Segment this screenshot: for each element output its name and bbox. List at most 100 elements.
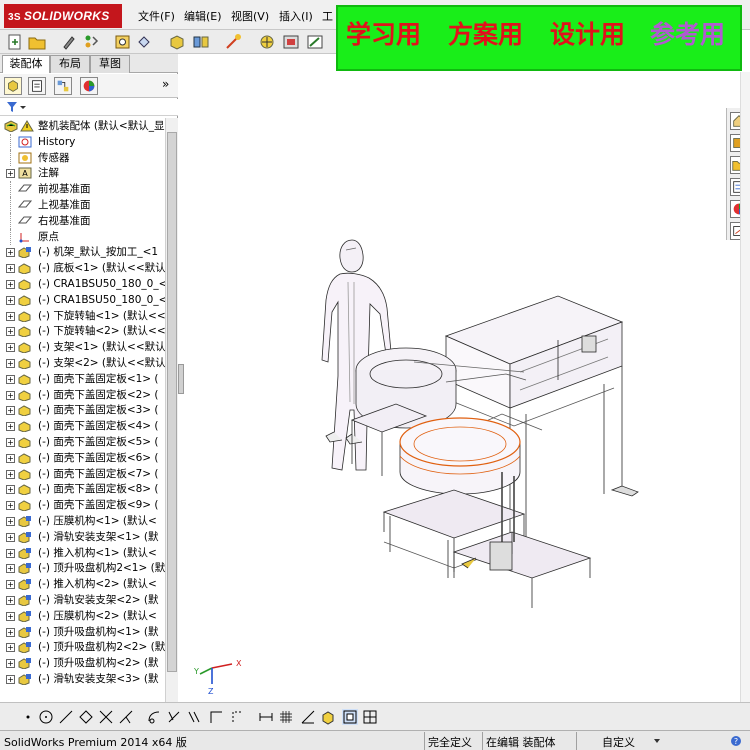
tree-item-label: (-) 面壳下盖固定板<7> ( [38,467,159,480]
expand-toggle-icon[interactable]: + [6,453,15,463]
shaded-view-icon[interactable] [320,709,336,725]
menu-view[interactable]: 视图(V) [231,8,269,24]
mirror-icon[interactable] [166,709,182,725]
filter-icon[interactable] [6,101,26,113]
fillet-icon[interactable] [186,709,202,725]
expand-toggle-icon[interactable]: + [6,343,15,353]
point-icon[interactable] [20,709,36,725]
expand-toggle-icon[interactable]: + [6,564,15,574]
tree-item-label: (-) 底板<1> (默认<<默认 [38,262,165,275]
tree-item-label: (-) 滑轨安装支架<2> (默 [38,594,159,606]
expand-toggle-icon[interactable]: + [6,611,15,621]
tree-item-label: (-) 滑轨安装支架<3> (默 [38,673,159,685]
expand-toggle-icon[interactable]: + [6,295,15,305]
expand-toggle-icon[interactable]: + [6,169,15,179]
offset-icon[interactable] [146,709,162,725]
property-manager-icon[interactable] [28,77,46,95]
slope-icon[interactable] [300,709,316,725]
component-icon[interactable] [168,33,186,51]
expand-toggle-icon[interactable]: + [6,643,15,653]
expand-toggle-icon[interactable]: + [6,406,15,416]
units-selector[interactable]: 自定义 [602,734,635,750]
graphics-area[interactable]: X Y Z [184,72,724,702]
help-icon[interactable]: ? [730,735,742,747]
part-icon [18,390,31,401]
line-icon[interactable] [58,709,74,725]
expand-toggle-icon[interactable]: + [6,264,15,274]
expand-toggle-icon[interactable]: + [6,627,15,637]
tree-root-label: 整机装配体 (默认<默认_显 [38,120,165,132]
expand-toggle-icon[interactable]: + [6,469,15,479]
explode-icon[interactable] [224,33,242,51]
options-icon[interactable] [114,33,132,51]
banner-word-design: 设计用 [550,20,626,49]
display-style-icon[interactable] [282,33,300,51]
expand-toggle-icon[interactable]: + [6,659,15,669]
menu-tools[interactable]: 工 [322,8,333,24]
wireframe-view-icon[interactable] [342,709,358,725]
section-view-icon[interactable] [306,33,324,51]
tab-layout[interactable]: 布局 [50,55,90,73]
solidworks-logo[interactable]: 3S SOLIDWORKS [4,4,122,28]
corner-icon[interactable] [208,709,224,725]
mate-icon[interactable] [192,33,210,51]
triad-y-label: Y [193,667,199,676]
rebuild-icon[interactable] [82,33,100,51]
move-component-icon[interactable] [258,33,276,51]
tile-view-icon[interactable] [362,709,378,725]
polygon-icon[interactable] [78,709,94,725]
pin-icon[interactable] [60,33,78,51]
feature-tree-icon[interactable] [4,77,22,95]
circle-icon[interactable] [38,709,54,725]
construction-icon[interactable] [230,709,246,725]
status-fully-defined: 完全定义 [428,736,472,749]
expand-toggle-icon[interactable]: + [6,548,15,558]
dimension-icon[interactable] [258,709,274,725]
expand-toggle-icon[interactable]: + [6,675,15,684]
grid-icon[interactable] [278,709,294,725]
expand-toggle-icon[interactable]: + [6,248,15,258]
expand-toggle-icon[interactable]: + [6,532,15,542]
configuration-manager-icon[interactable] [54,77,72,95]
tree-item-label: 传感器 [38,151,70,164]
trim-icon[interactable] [98,709,114,725]
expand-toggle-icon[interactable]: + [6,438,15,447]
expand-toggle-icon[interactable]: + [6,390,15,400]
tree-item-label: 右视基准面 [38,214,91,227]
tree-filter[interactable] [0,99,178,116]
expand-toggle-icon[interactable]: + [6,580,15,590]
expand-toggle-icon[interactable]: + [6,374,15,384]
display-manager-icon[interactable] [80,77,98,95]
viewport-scrollbar[interactable] [740,72,750,702]
status-divider-1 [424,732,425,750]
view-orientation-icon[interactable] [136,33,154,51]
product-version: SolidWorks Premium 2014 x64 版 [4,736,187,749]
expand-toggle-icon[interactable]: + [6,422,15,432]
expand-panel-icon[interactable]: » [162,77,169,91]
expand-toggle-icon[interactable]: + [6,311,15,321]
tab-assembly[interactable]: 装配体 [2,55,50,73]
tree-item-label: (-) 支架<1> (默认<<默认 [38,341,165,354]
menu-edit[interactable]: 编辑(E) [184,8,222,24]
menu-insert[interactable]: 插入(I) [279,8,313,24]
tree-scrollbar[interactable] [165,118,178,742]
menu-file[interactable]: 文件(F) [138,8,175,24]
extend-icon[interactable] [118,709,134,725]
new-document-icon[interactable] [6,33,24,51]
subassembly-icon [18,610,31,622]
open-folder-icon[interactable] [28,33,46,51]
tree-scrollbar-thumb[interactable] [167,132,177,672]
subassembly-icon [18,247,31,259]
expand-toggle-icon[interactable]: + [6,280,15,289]
tree-item-label: (-) 面壳下盖固定板<3> ( [38,404,159,417]
expand-toggle-icon[interactable]: + [6,485,15,495]
expand-toggle-icon[interactable]: + [6,359,15,368]
expand-toggle-icon[interactable]: + [6,501,15,511]
units-dropdown-icon[interactable] [652,736,662,746]
expand-toggle-icon[interactable]: + [6,596,15,605]
expand-toggle-icon[interactable]: + [6,327,15,337]
expand-toggle-icon[interactable]: + [6,517,15,526]
part-icon [18,326,31,338]
tree-item-label: (-) 面壳下盖固定板<5> ( [38,436,159,448]
tab-sketch[interactable]: 草图 [90,55,130,73]
